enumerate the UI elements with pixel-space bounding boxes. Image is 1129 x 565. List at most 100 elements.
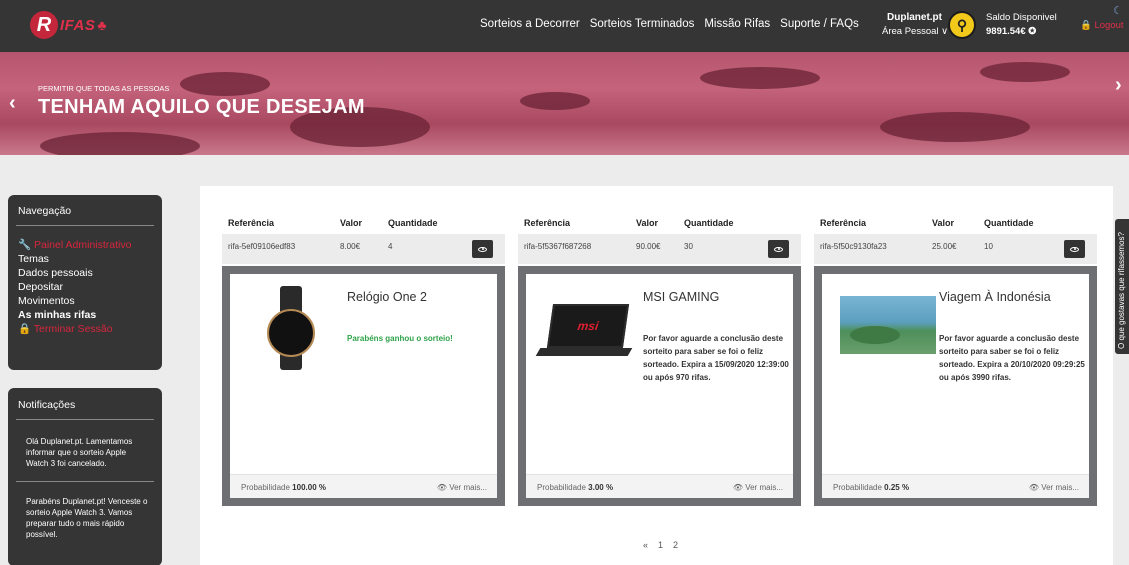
hero-title: TENHAM AQUILO QUE DESEJAM: [38, 96, 365, 118]
card-body: Relógio One 2 Parabéns ganhou o sorteio!…: [222, 266, 505, 506]
ref-value: rifa-5ef09106edf83: [228, 242, 296, 251]
product-image-watch[interactable]: [240, 286, 340, 370]
nav-sorteios-decorrer[interactable]: Sorteios a Decorrer: [480, 18, 580, 30]
ver-mais-link[interactable]: 👁 Ver mais...: [437, 483, 487, 492]
notifications-panel: Notificações Olá Duplanet.pt. Lamentamos…: [8, 388, 162, 565]
raffle-card: Referência Valor Quantidade rifa-5ef0910…: [222, 214, 505, 506]
card-footer: Probabilidade 0.25 % 👁 Ver mais...: [822, 474, 1089, 498]
card-status: Parabéns ganhou o sorteio!: [347, 334, 453, 343]
qty-header: Quantidade: [388, 218, 438, 228]
sidebar-item-dados-pessoais[interactable]: Dados pessoais: [18, 266, 162, 280]
chevron-left-icon[interactable]: ‹: [9, 92, 16, 115]
card-content: Relógio One 2 Parabéns ganhou o sorteio!…: [230, 274, 497, 498]
feedback-tab-label: O que gostavas que rifassemos?: [1117, 232, 1126, 349]
pagination-page-1[interactable]: 1: [658, 540, 663, 550]
ref-header: Referência: [820, 218, 867, 228]
logo[interactable]: R IFAS ♣: [30, 10, 107, 40]
qty-header: Quantidade: [684, 218, 734, 228]
main-nav: Sorteios a Decorrer Sorteios Terminados …: [480, 18, 859, 30]
card-header: Referência Valor Quantidade: [518, 214, 801, 234]
sidebar-item-painel-administrativo[interactable]: 🔧 Painel Administrativo: [18, 238, 162, 252]
nav-suporte[interactable]: Suporte / FAQs: [780, 18, 859, 30]
raffles-area: Referência Valor Quantidade rifa-5ef0910…: [200, 186, 1113, 565]
nav-missao-rifas[interactable]: Missão Rifas: [704, 18, 770, 30]
card-header: Referência Valor Quantidade: [814, 214, 1097, 234]
balance: Saldo Disponivel 9891.54€ ✪: [986, 12, 1057, 37]
probability: Probabilidade 3.00 %: [537, 483, 614, 492]
card-footer: Probabilidade 3.00 % 👁 Ver mais...: [526, 474, 793, 498]
card-content: msi MSI GAMING Por favor aguarde a concl…: [526, 274, 793, 498]
logo-text: IFAS: [60, 16, 96, 34]
ver-mais-link[interactable]: 👁 Ver mais...: [733, 483, 783, 492]
clover-icon: ♣: [97, 17, 107, 33]
balance-label: Saldo Disponivel: [986, 12, 1057, 23]
navigation-panel: Navegação 🔧 Painel Administrativo Temas …: [8, 195, 162, 370]
price-value: 8.00€: [340, 242, 361, 251]
raffle-card: Referência Valor Quantidade rifa-5f50c91…: [814, 214, 1097, 506]
logout-link[interactable]: 🔒 Logout: [1080, 20, 1124, 31]
ref-header: Referência: [228, 218, 275, 228]
sidebar-item-temas[interactable]: Temas: [18, 252, 162, 266]
hero-banner: ‹ PERMITIR QUE TODAS AS PESSOAS TENHAM A…: [0, 52, 1129, 155]
user-menu[interactable]: Duplanet.pt Área Pessoal ∨: [882, 12, 948, 37]
card-title: MSI GAMING: [643, 290, 720, 304]
hero-subtitle: PERMITIR QUE TODAS AS PESSOAS: [38, 84, 170, 93]
eye-icon: [774, 246, 783, 252]
card-ref-row: rifa-5f5367f687268 90.00€ 30: [518, 234, 801, 264]
pagination-page-2[interactable]: 2: [673, 540, 678, 550]
value-header: Valor: [340, 218, 363, 228]
probability: Probabilidade 0.25 %: [833, 483, 910, 492]
top-bar: R IFAS ♣ Sorteios a Decorrer Sorteios Te…: [0, 0, 1129, 52]
user-name: Duplanet.pt: [887, 12, 942, 23]
ref-value: rifa-5f50c9130fa23: [820, 242, 887, 251]
qty-header: Quantidade: [984, 218, 1034, 228]
user-area-dropdown[interactable]: Área Pessoal ∨: [882, 26, 948, 37]
ref-header: Referência: [524, 218, 571, 228]
sidebar-item-terminar-sessao[interactable]: 🔒 Terminar Sessão: [18, 322, 162, 336]
card-ref-row: rifa-5ef09106edf83 8.00€ 4: [222, 234, 505, 264]
navigation-list: 🔧 Painel Administrativo Temas Dados pess…: [8, 226, 162, 336]
logo-mark: R: [30, 11, 58, 39]
price-value: 90.00€: [636, 242, 661, 251]
card-ref-row: rifa-5f50c9130fa23 25.00€ 10: [814, 234, 1097, 264]
view-button[interactable]: [768, 240, 789, 258]
value-header: Valor: [636, 218, 659, 228]
avatar[interactable]: ⚲: [948, 11, 976, 39]
navigation-title: Navegação: [18, 205, 72, 217]
sidebar-item-depositar[interactable]: Depositar: [18, 280, 162, 294]
sidebar-item-minhas-rifas[interactable]: As minhas rifas: [18, 308, 162, 322]
notification-item: Olá Duplanet.pt. Lamentamos informar que…: [26, 437, 133, 468]
eye-icon: [1070, 246, 1079, 252]
notification-item: Parabéns Duplanet.pt! Venceste o sorteio…: [26, 497, 148, 539]
card-status: Por favor aguarde a conclusão deste sort…: [643, 334, 789, 382]
product-image-laptop[interactable]: msi: [535, 286, 636, 366]
price-value: 25.00€: [932, 242, 957, 251]
card-title: Viagem À Indonésia: [939, 290, 1051, 304]
card-header: Referência Valor Quantidade: [222, 214, 505, 234]
pagination-prev[interactable]: «: [643, 540, 648, 550]
chevron-right-icon[interactable]: ›: [1115, 74, 1122, 97]
balance-value[interactable]: 9891.54€ ✪: [986, 26, 1057, 37]
product-image-indonesia[interactable]: [832, 286, 936, 366]
card-status: Por favor aguarde a conclusão deste sort…: [939, 334, 1085, 382]
view-button[interactable]: [472, 240, 493, 258]
moon-icon[interactable]: ☾: [1113, 4, 1123, 17]
probability: Probabilidade 100.00 %: [241, 483, 326, 492]
card-body: Viagem À Indonésia Por favor aguarde a c…: [814, 266, 1097, 506]
card-footer: Probabilidade 100.00 % 👁 Ver mais...: [230, 474, 497, 498]
card-body: msi MSI GAMING Por favor aguarde a concl…: [518, 266, 801, 506]
ref-value: rifa-5f5367f687268: [524, 242, 592, 251]
nav-sorteios-terminados[interactable]: Sorteios Terminados: [590, 18, 695, 30]
value-header: Valor: [932, 218, 955, 228]
ver-mais-link[interactable]: 👁 Ver mais...: [1029, 483, 1079, 492]
probability-value: 3.00 %: [588, 483, 614, 492]
card-title: Relógio One 2: [347, 290, 427, 304]
qty-value: 30: [684, 242, 693, 251]
probability-value: 100.00 %: [292, 483, 326, 492]
view-button[interactable]: [1064, 240, 1085, 258]
sidebar-item-movimentos[interactable]: Movimentos: [18, 294, 162, 308]
qty-value: 4: [388, 242, 393, 251]
feedback-tab[interactable]: O que gostavas que rifassemos?: [1115, 219, 1129, 354]
card-content: Viagem À Indonésia Por favor aguarde a c…: [822, 274, 1089, 498]
notifications-title: Notificações: [18, 399, 76, 411]
